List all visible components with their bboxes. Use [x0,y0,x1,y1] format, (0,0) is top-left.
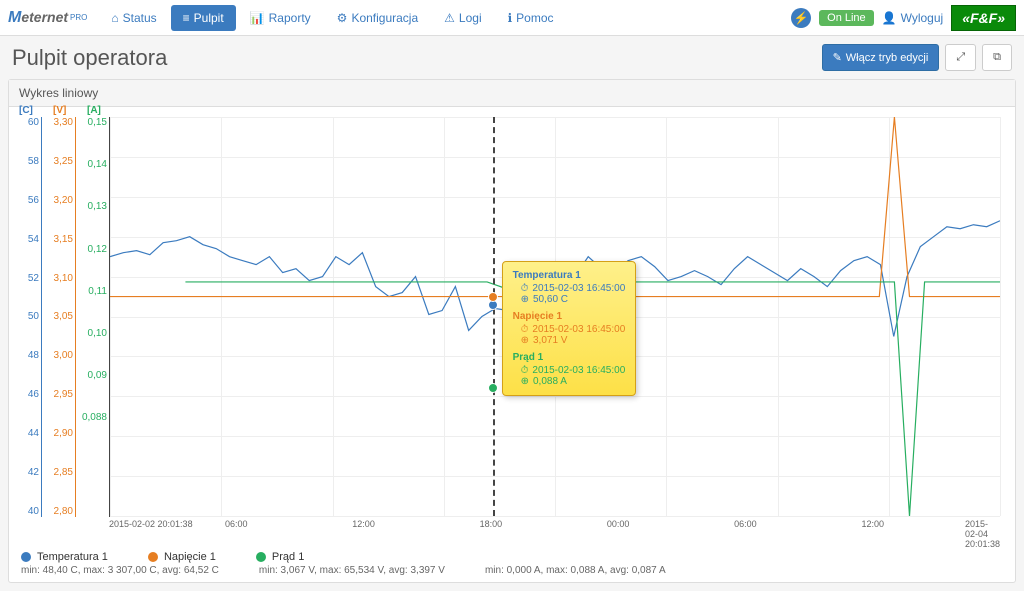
popout-button[interactable]: ⧉ [982,44,1012,71]
y1-axis: 6058565452504846444240 [9,117,39,517]
expand-button[interactable]: ⤢ [945,44,976,71]
page-title: Pulpit operatora [12,45,167,71]
navbar: Meternet PRO ⌂Status ≡Pulpit 📊Raporty ⚙K… [0,0,1024,36]
popout-icon: ⧉ [993,51,1001,64]
chart-plot-area[interactable]: Temperatura 1 ⏱2015-02-03 16:45:00 ⊕50,6… [109,117,1000,517]
panel-title: Wykres liniowy [9,80,1015,107]
gear-icon: ⚙ [337,11,348,25]
status-badge: On Line [819,10,874,26]
warning-icon: ⚠ [444,11,455,25]
y1-axis-label: [C] [19,105,33,116]
nav-status[interactable]: ⌂Status [99,5,168,31]
app-logo: Meternet PRO [8,9,87,27]
page-header: Pulpit operatora ✎Włącz tryb edycji ⤢ ⧉ [0,36,1024,79]
chart-cursor [493,117,495,516]
y3-axis: 0,150,140,130,120,110,100,090,088 [77,117,107,517]
nav-items: ⌂Status ≡Pulpit 📊Raporty ⚙Konfiguracja ⚠… [99,5,565,31]
grid-icon: ≡ [183,11,190,25]
expand-icon: ⤢ [956,51,965,64]
brand-badge: «F&F» [951,5,1016,31]
y2-axis: 3,303,253,203,153,103,053,002,952,902,85… [43,117,73,517]
logout-link[interactable]: 👤Wyloguj [882,11,944,25]
cursor-point-volt [488,292,498,302]
chart-legend: Temperatura 1Napięcie 1Prąd 1 [9,547,1015,565]
x-axis: 2015-02-02 20:01:3806:0012:0018:0000:000… [109,519,1000,533]
pencil-icon: ✎ [833,51,842,64]
cursor-point-curr [488,383,498,393]
chart-panel: Wykres liniowy [C] [V] [A] 6058565452504… [8,79,1016,583]
nav-logi[interactable]: ⚠Logi [432,5,493,31]
y2-axis-label: [V] [53,105,66,116]
nav-pomoc[interactable]: ℹPomoc [496,5,566,31]
nav-pulpit[interactable]: ≡Pulpit [171,5,236,31]
y3-axis-label: [A] [87,105,101,116]
chart-stats: min: 48,40 C, max: 3 307,00 C, avg: 64,5… [9,565,1015,582]
chart-icon: 📊 [250,11,265,25]
connection-icon[interactable]: ⚡ [791,8,811,28]
chart-container[interactable]: [C] [V] [A] 6058565452504846444240 3,303… [9,107,1015,547]
user-icon: 👤 [882,11,897,25]
home-icon: ⌂ [111,11,118,25]
nav-raporty[interactable]: 📊Raporty [238,5,323,31]
edit-mode-button[interactable]: ✎Włącz tryb edycji [822,44,940,71]
nav-konfiguracja[interactable]: ⚙Konfiguracja [325,5,430,31]
chart-tooltip: Temperatura 1 ⏱2015-02-03 16:45:00 ⊕50,6… [502,261,637,396]
info-icon: ℹ [508,11,513,25]
